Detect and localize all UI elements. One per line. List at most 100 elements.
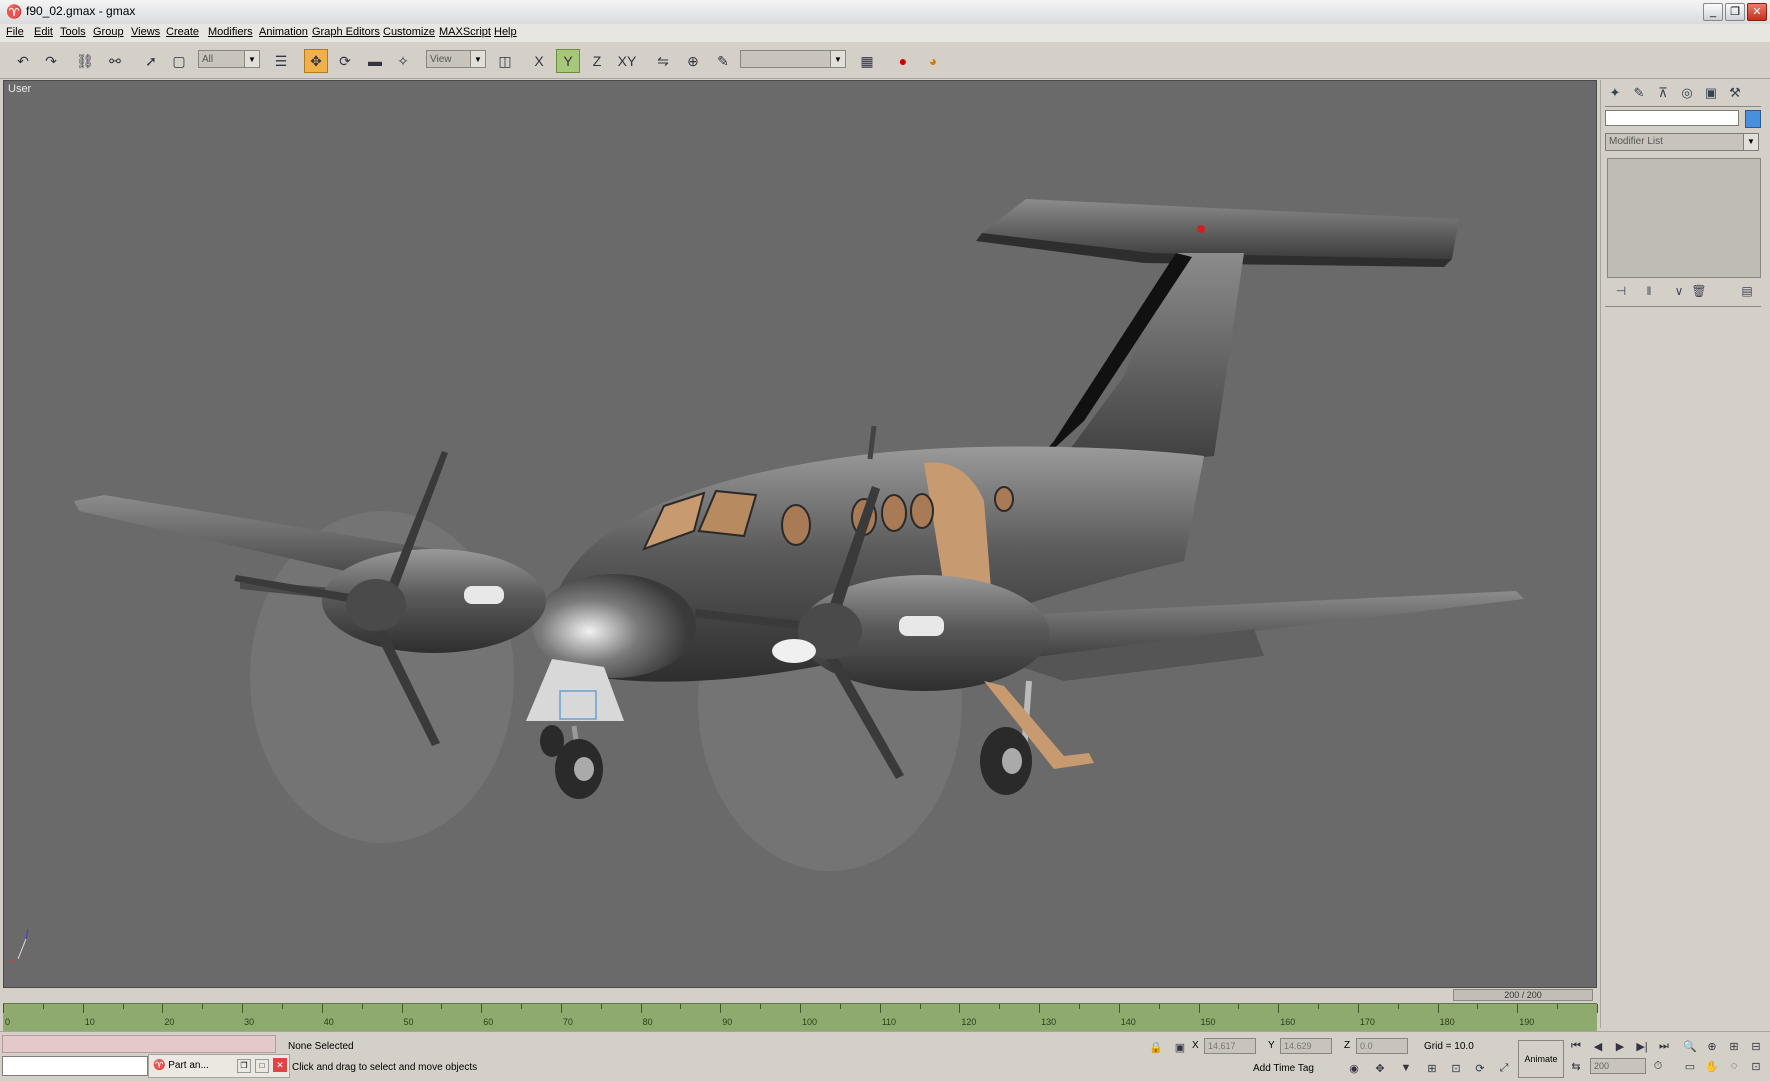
make-unique-icon[interactable]: ∨ <box>1669 282 1689 300</box>
field-of-view-icon[interactable]: ▼ <box>1398 1060 1414 1076</box>
object-name-field[interactable] <box>1605 110 1739 126</box>
hierarchy-tab-icon[interactable]: ⊼ <box>1653 83 1673 103</box>
modify-tab-icon[interactable]: ✎ <box>1629 83 1649 103</box>
named-selection-sets-icon[interactable]: ▦ <box>856 50 878 72</box>
menu-animation[interactable]: Animation <box>259 26 308 38</box>
menu-group[interactable]: Group <box>93 26 124 38</box>
close-icon[interactable]: ✕ <box>273 1058 287 1072</box>
restore-icon[interactable]: ❐ <box>237 1059 251 1073</box>
menu-views[interactable]: Views <box>131 26 160 38</box>
y-coordinate-field[interactable]: 14.629 <box>1280 1038 1332 1054</box>
selection-filter-dropdown[interactable]: All ▼ <box>198 50 260 68</box>
select-and-link-icon[interactable]: ⛓ <box>74 50 96 72</box>
menu-maxscript[interactable]: MAXScript <box>439 26 491 38</box>
menu-graph-editors[interactable]: Graph Editors <box>312 26 380 38</box>
maximize-icon[interactable]: □ <box>255 1059 269 1073</box>
menu-customize[interactable]: Customize <box>383 26 435 38</box>
named-selection-dropdown[interactable]: ▼ <box>740 50 846 68</box>
chevron-down-icon: ▼ <box>470 51 485 67</box>
spacing-tool-icon[interactable]: ✎ <box>712 50 734 72</box>
pan-view-icon[interactable]: ✋ <box>1704 1058 1720 1074</box>
create-tab-icon[interactable]: ✦ <box>1605 83 1625 103</box>
arc-rotate-view-icon[interactable]: ◌ <box>1726 1058 1742 1074</box>
restrict-x-icon[interactable]: X <box>528 50 550 72</box>
pin-stack-icon[interactable]: ⊣ <box>1611 282 1631 300</box>
go-to-start-icon[interactable]: ⏮ <box>1568 1038 1584 1054</box>
pivot-center-icon[interactable]: ◫ <box>494 50 516 72</box>
aircraft-model[interactable] <box>4 81 1596 987</box>
menu-tools[interactable]: Tools <box>60 26 86 38</box>
motion-tab-icon[interactable]: ◎ <box>1677 83 1697 103</box>
zoom-extents-icon[interactable]: ⊡ <box>1448 1060 1464 1076</box>
close-button[interactable]: ✕ <box>1747 3 1767 21</box>
gmax-logo-icon[interactable]: ♈ <box>6 5 22 19</box>
menu-edit[interactable]: Edit <box>34 26 53 38</box>
perspective-viewport[interactable]: User <box>3 80 1597 988</box>
pan-icon[interactable]: ◉ <box>1346 1060 1362 1076</box>
min-max-toggle-icon[interactable]: ⤢ <box>1496 1060 1512 1076</box>
render-scene-icon[interactable]: ◕ <box>922 50 944 72</box>
mirror-icon[interactable]: ⇋ <box>652 50 674 72</box>
lock-selection-icon[interactable]: 🔒 <box>1148 1039 1164 1055</box>
maximize-viewport-icon[interactable]: ⊡ <box>1748 1058 1764 1074</box>
configure-modifier-sets-icon[interactable]: ▤ <box>1737 282 1757 300</box>
key-mode-icon[interactable]: ⇆ <box>1568 1058 1584 1074</box>
play-icon[interactable]: ▶ <box>1612 1038 1628 1054</box>
restrict-z-icon[interactable]: Z <box>586 50 608 72</box>
track-bar[interactable]: 0 10 20 30 40 50 60 70 80 90 100 110 120 130 140 150 160… <box>3 1003 1598 1032</box>
time-slider[interactable]: 200 / 200 <box>3 989 1597 1001</box>
region-zoom-icon[interactable]: ▭ <box>1682 1058 1698 1074</box>
animate-button[interactable]: Animate <box>1518 1040 1564 1078</box>
menu-create[interactable]: Create <box>166 26 199 38</box>
select-and-scale-icon[interactable]: ▬ <box>364 50 386 72</box>
go-to-end-icon[interactable]: ⏭ <box>1656 1038 1672 1054</box>
zoom-extents-selected-icon[interactable]: ⊟ <box>1748 1038 1764 1054</box>
zoom-region-icon[interactable]: ⊞ <box>1424 1060 1440 1076</box>
unlink-icon[interactable]: ⚯ <box>104 50 126 72</box>
arc-rotate-icon[interactable]: ⟳ <box>1472 1060 1488 1076</box>
remove-modifier-icon[interactable]: 🗑 <box>1689 282 1709 300</box>
select-and-manipulate-icon[interactable]: ✧ <box>392 50 414 72</box>
show-end-result-icon[interactable]: ‖ <box>1639 282 1659 300</box>
maxscript-listener-output[interactable] <box>2 1035 276 1053</box>
menu-modifiers[interactable]: Modifiers <box>208 26 253 38</box>
region-select-icon[interactable]: ▢ <box>168 50 190 72</box>
modifier-list-dropdown[interactable]: Modifier List ▼ <box>1605 133 1759 151</box>
orbit-icon[interactable]: ✥ <box>1372 1060 1388 1076</box>
taskbar-window-button[interactable]: ♈ Part an... ❐ □ ✕ <box>148 1054 290 1078</box>
next-frame-icon[interactable]: ▶| <box>1634 1038 1650 1054</box>
maximize-button[interactable]: ❐ <box>1725 3 1745 21</box>
x-coordinate-field[interactable]: 14.617 <box>1204 1038 1256 1054</box>
absolute-mode-icon[interactable]: ▣ <box>1172 1039 1188 1055</box>
time-slider-thumb[interactable]: 200 / 200 <box>1453 989 1593 1001</box>
modifier-stack[interactable] <box>1607 158 1761 278</box>
zoom-extents-all-icon[interactable]: ⊞ <box>1726 1038 1742 1054</box>
previous-frame-icon[interactable]: ◀ <box>1590 1038 1606 1054</box>
select-and-rotate-icon[interactable]: ⟳ <box>334 50 356 72</box>
object-color-swatch[interactable] <box>1745 110 1761 128</box>
menu-file[interactable]: File <box>6 26 24 38</box>
select-and-move-icon[interactable]: ✥ <box>304 49 328 73</box>
maxscript-listener-input[interactable] <box>2 1056 148 1076</box>
time-configuration-icon[interactable]: ⏱ <box>1650 1058 1666 1074</box>
menu-help[interactable]: Help <box>494 26 517 38</box>
select-object-icon[interactable]: ➚ <box>140 50 162 72</box>
ruler-tick <box>680 1004 682 1009</box>
minimize-button[interactable]: _ <box>1703 3 1723 21</box>
current-frame-field[interactable]: 200 <box>1590 1058 1646 1074</box>
redo-icon[interactable]: ↷ <box>40 50 62 72</box>
utilities-tab-icon[interactable]: ⚒ <box>1725 83 1745 103</box>
reference-coordinate-dropdown[interactable]: View ▼ <box>426 50 486 68</box>
add-time-tag[interactable]: Add Time Tag <box>1253 1063 1314 1074</box>
restrict-y-icon[interactable]: Y <box>556 49 580 73</box>
select-by-name-icon[interactable]: ☰ <box>270 50 292 72</box>
align-icon[interactable]: ⊕ <box>682 50 704 72</box>
restrict-xy-icon[interactable]: XY <box>616 50 638 72</box>
material-editor-icon[interactable]: ● <box>892 50 914 72</box>
selection-filter-value: All <box>202 54 214 65</box>
zoom-all-icon[interactable]: ⊕ <box>1704 1038 1720 1054</box>
display-tab-icon[interactable]: ▣ <box>1701 83 1721 103</box>
zoom-icon[interactable]: 🔍 <box>1682 1038 1698 1054</box>
undo-icon[interactable]: ↶ <box>12 50 34 72</box>
z-coordinate-field[interactable]: 0.0 <box>1356 1038 1408 1054</box>
